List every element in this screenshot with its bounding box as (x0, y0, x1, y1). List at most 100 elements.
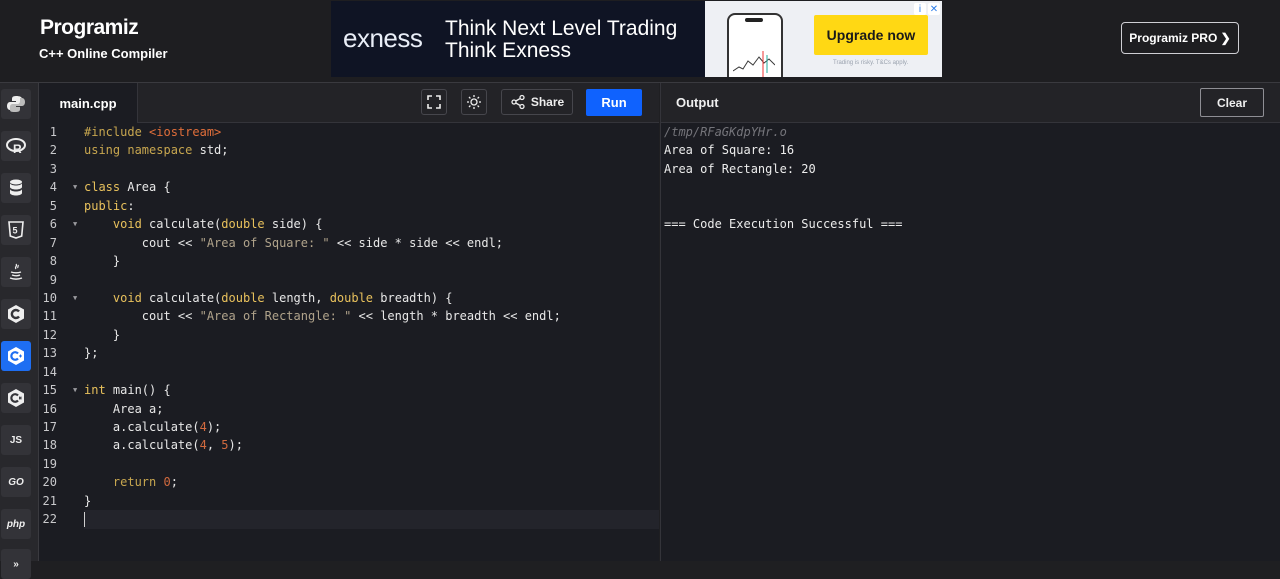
code-line[interactable]: }; (84, 344, 659, 362)
code-line[interactable]: void calculate(double length, double bre… (84, 289, 659, 307)
line-number: 13 (42, 346, 57, 361)
fold-arrow-icon[interactable]: ▼ (73, 289, 77, 307)
line-number: 19 (42, 456, 57, 471)
ad-info-icon[interactable]: i (914, 3, 926, 15)
clear-button[interactable]: Clear (1200, 88, 1264, 117)
file-tab-main-cpp[interactable]: main.cpp (39, 83, 138, 123)
language-sql[interactable] (1, 173, 31, 203)
line-number: 11 (42, 309, 57, 324)
line-number: 4 ▼ (39, 178, 77, 196)
language-cpp[interactable] (1, 341, 31, 371)
ad-close-icon[interactable]: ✕ (928, 3, 940, 15)
js-icon: JS (9, 434, 23, 446)
output-line: Area of Square: 16 (664, 143, 795, 158)
line-number: 22 (42, 512, 57, 527)
line-number: 16 (42, 401, 57, 416)
code-line[interactable]: } (84, 492, 659, 510)
line-number: 21 (42, 493, 57, 508)
code-line[interactable] (84, 363, 659, 381)
text-cursor (84, 512, 85, 528)
output-panel: Output Clear /tmp/RFaGKdpYHr.o Area of S… (660, 83, 1280, 561)
editor-toolbar: main.cpp Share Run (39, 83, 659, 123)
code-line[interactable]: class Area { (84, 178, 659, 196)
code-line[interactable]: return 0; (84, 473, 659, 491)
line-number: 3 (49, 161, 57, 176)
line-number: 20 (42, 475, 57, 490)
phone-image (727, 13, 783, 77)
code-line[interactable]: } (84, 326, 659, 344)
language-r[interactable]: R (1, 131, 31, 161)
code-line[interactable]: void calculate(double side) { (84, 215, 659, 233)
go-icon: GO (8, 476, 24, 488)
code-line-active[interactable] (84, 510, 659, 529)
code-area[interactable]: #include <iostream> using namespace std;… (84, 123, 659, 529)
more-icon: » (13, 558, 19, 570)
code-line[interactable]: cout << "Area of Square: " << side * sid… (84, 234, 659, 252)
ad-upgrade-button[interactable]: Upgrade now (814, 15, 928, 55)
share-label: Share (530, 95, 565, 109)
ad-headline-1: Think Next Level Trading (445, 17, 678, 40)
c-icon (8, 305, 24, 323)
code-editor-panel: main.cpp Share Run 1 2 3 4 ▼ 5 6 ▼ 7 8 9… (39, 83, 659, 561)
code-line[interactable]: public: (84, 197, 659, 215)
ad-headline-2: Think Exness (445, 39, 572, 62)
output-title: Output (676, 95, 719, 110)
line-number: 10 ▼ (39, 289, 78, 307)
code-line[interactable]: cout << "Area of Rectangle: " << length … (84, 307, 659, 325)
programiz-logo[interactable]: Programiz C++ Online Compiler (39, 14, 180, 66)
svg-text:R: R (13, 142, 22, 156)
code-line[interactable] (84, 160, 659, 178)
sun-icon (467, 95, 481, 109)
line-number: 8 (49, 254, 57, 269)
line-number: 6 ▼ (39, 215, 77, 233)
language-python[interactable] (1, 89, 31, 119)
fold-arrow-icon[interactable]: ▼ (73, 178, 77, 196)
programiz-pro-button[interactable]: Programiz PRO ❯ (1121, 22, 1239, 54)
code-line[interactable]: a.calculate(4); (84, 418, 659, 436)
r-icon: R (6, 138, 26, 156)
code-line[interactable] (84, 271, 659, 289)
code-line[interactable]: #include <iostream> (84, 123, 659, 141)
run-button[interactable]: Run (586, 89, 642, 116)
cpp-icon (8, 347, 24, 365)
language-c[interactable] (1, 299, 31, 329)
brand-name: Programiz (40, 16, 139, 39)
language-java[interactable] (1, 257, 31, 287)
java-icon (9, 263, 23, 280)
line-number-gutter: 1 2 3 4 ▼ 5 6 ▼ 7 8 9 10 ▼ 11 12 13 14 15 ▼ … (39, 123, 83, 529)
language-csharp[interactable] (1, 383, 31, 413)
code-line[interactable]: using namespace std; (84, 141, 659, 159)
top-header: Programiz C++ Online Compiler exness Thi… (0, 0, 1280, 83)
code-line[interactable] (84, 455, 659, 473)
chart-graphic (733, 51, 775, 77)
code-line[interactable]: } (84, 252, 659, 270)
output-file-path: /tmp/RFaGKdpYHr.o (664, 125, 787, 139)
theme-toggle-button[interactable] (461, 89, 487, 115)
line-number: 15 ▼ (39, 381, 78, 399)
execution-status: === Code Execution Successful === (664, 217, 903, 232)
output-line: Area of Rectangle: 20 (664, 161, 816, 176)
fullscreen-button[interactable] (421, 89, 447, 115)
code-line[interactable]: int main() { (84, 381, 659, 399)
line-number: 14 (42, 364, 57, 379)
line-number: 9 (49, 272, 57, 287)
code-line[interactable]: a.calculate(4, 5); (84, 436, 659, 454)
fold-arrow-icon[interactable]: ▼ (73, 215, 77, 233)
page-subtitle: C++ Online Compiler (39, 46, 168, 61)
ad-brand: exness (343, 23, 423, 53)
line-number: 5 (49, 198, 57, 213)
language-html[interactable]: 5 (1, 215, 31, 245)
line-number: 18 (42, 438, 57, 453)
language-php[interactable]: php (1, 509, 31, 539)
advertisement-banner[interactable]: exness Think Next Level Trading Think Ex… (331, 1, 942, 77)
share-button[interactable]: Share (501, 89, 573, 115)
language-more[interactable]: » (1, 549, 31, 579)
language-js[interactable]: JS (1, 425, 31, 455)
code-line[interactable]: Area a; (84, 400, 659, 418)
language-go[interactable]: GO (1, 467, 31, 497)
output-toolbar: Output Clear (661, 83, 1280, 123)
output-console: /tmp/RFaGKdpYHr.o Area of Square: 16 Are… (664, 123, 902, 234)
line-number: 2 (49, 143, 57, 158)
fold-arrow-icon[interactable]: ▼ (73, 381, 77, 399)
